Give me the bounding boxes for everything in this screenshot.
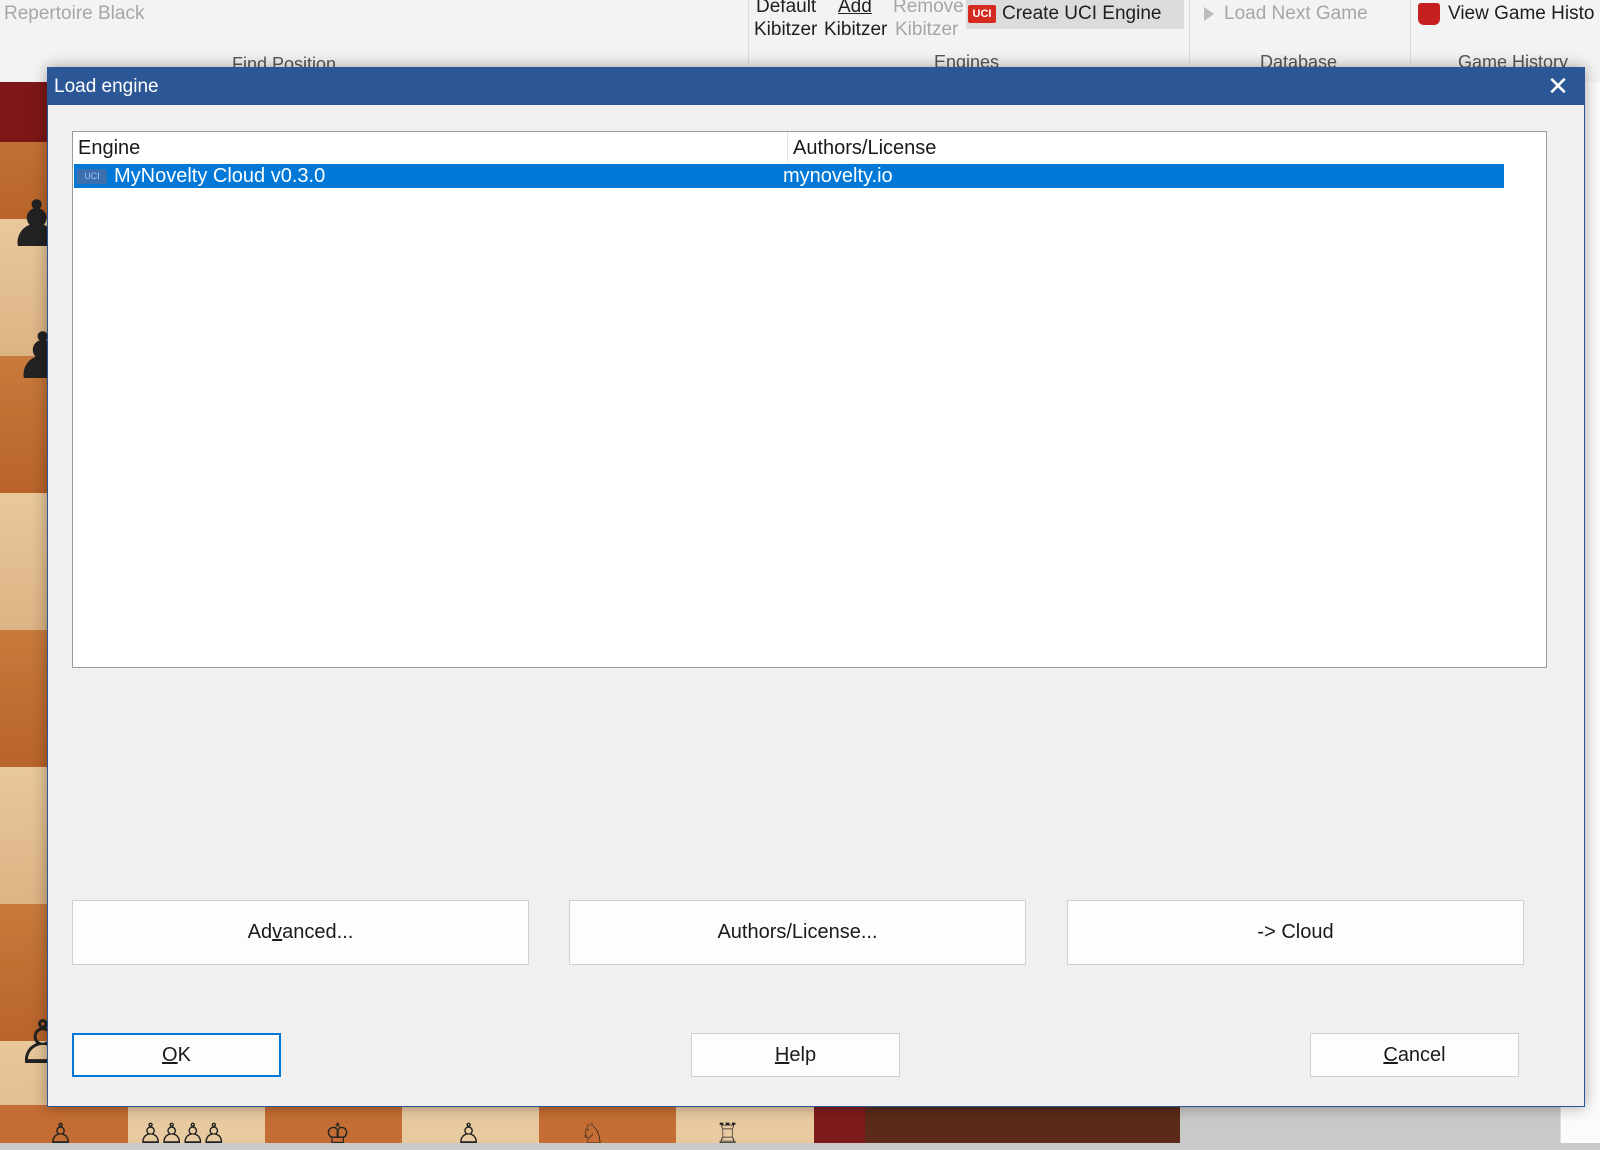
add-kibitzer-button-line2[interactable]: Kibitzer — [824, 19, 887, 41]
help-button[interactable]: Help — [691, 1033, 900, 1077]
cancel-mnemonic: C — [1383, 1044, 1398, 1066]
ribbon-separator — [748, 0, 749, 64]
ok-mnemonic: O — [162, 1044, 178, 1066]
play-icon — [1204, 6, 1214, 21]
advanced-label-part: Ad — [247, 921, 273, 943]
cancel-label-part: ancel — [1397, 1044, 1446, 1066]
create-uci-engine-label: Create UCI Engine — [1002, 3, 1162, 24]
advanced-button[interactable]: Advanced... — [72, 900, 529, 965]
default-kibitzer-button-line1[interactable]: Default — [756, 0, 816, 18]
book-icon — [1418, 3, 1440, 25]
ribbon-separator — [1189, 0, 1190, 64]
uci-icon: UCI — [968, 4, 996, 23]
load-next-game-label: Load Next Game — [1224, 3, 1368, 24]
engine-list-header: Engine Authors/License — [73, 132, 1503, 163]
board-notation-glyph: ♙ — [456, 1117, 482, 1150]
ribbon-separator — [1410, 0, 1411, 64]
cloud-button[interactable]: -> Cloud — [1067, 900, 1524, 965]
remove-kibitzer-button-line1[interactable]: Remove — [893, 0, 964, 18]
board-notation-glyph: ♙♙♙♙ — [138, 1117, 226, 1150]
dialog-titlebar[interactable]: Load engine ✕ — [48, 68, 1584, 105]
add-kibitzer-button-line1[interactable]: Add — [838, 0, 872, 18]
default-kibitzer-button-line2[interactable]: Kibitzer — [754, 19, 817, 41]
cancel-button[interactable]: Cancel — [1310, 1033, 1519, 1077]
help-label-part: elp — [789, 1044, 817, 1066]
create-uci-engine-button[interactable]: UCI Create UCI Engine — [968, 3, 1161, 25]
ok-button[interactable]: OK — [72, 1033, 281, 1077]
advanced-mnemonic: v — [272, 921, 283, 943]
column-header-engine[interactable]: Engine — [73, 132, 788, 163]
engine-list[interactable]: Engine Authors/License UCI MyNovelty Clo… — [72, 131, 1547, 668]
uci-engine-icon: UCI — [77, 169, 107, 184]
repertoire-black-button[interactable]: Repertoire Black — [4, 3, 144, 25]
close-icon[interactable]: ✕ — [1538, 70, 1578, 103]
advanced-label-part: anced... — [282, 921, 354, 943]
load-engine-dialog: Load engine ✕ Engine Authors/License UCI… — [47, 67, 1585, 1107]
engine-name-cell: MyNovelty Cloud v0.3.0 — [114, 165, 326, 187]
authors-license-button[interactable]: Authors/License... — [569, 900, 1026, 965]
help-mnemonic: H — [774, 1044, 790, 1066]
remove-kibitzer-button-line2[interactable]: Kibitzer — [895, 19, 958, 41]
board-notation-glyph: ♙ — [48, 1117, 74, 1150]
board-notation-glyph: ♘ — [580, 1117, 606, 1150]
board-notation-glyph: ♔ — [325, 1117, 351, 1150]
engine-list-row[interactable]: UCI MyNovelty Cloud v0.3.0 mynovelty.io — [74, 164, 1504, 188]
board-notation-glyph: ♖ — [715, 1117, 741, 1150]
view-game-history-label: View Game Histo — [1448, 3, 1595, 25]
dialog-title: Load engine — [54, 76, 159, 97]
load-next-game-button[interactable]: Load Next Game — [1204, 3, 1368, 25]
ok-label-part: K — [177, 1044, 191, 1066]
authors-license-cell: mynovelty.io — [783, 165, 893, 187]
view-game-history-button[interactable]: View Game Histo — [1418, 3, 1594, 25]
column-header-authors-license[interactable]: Authors/License — [788, 132, 1503, 163]
